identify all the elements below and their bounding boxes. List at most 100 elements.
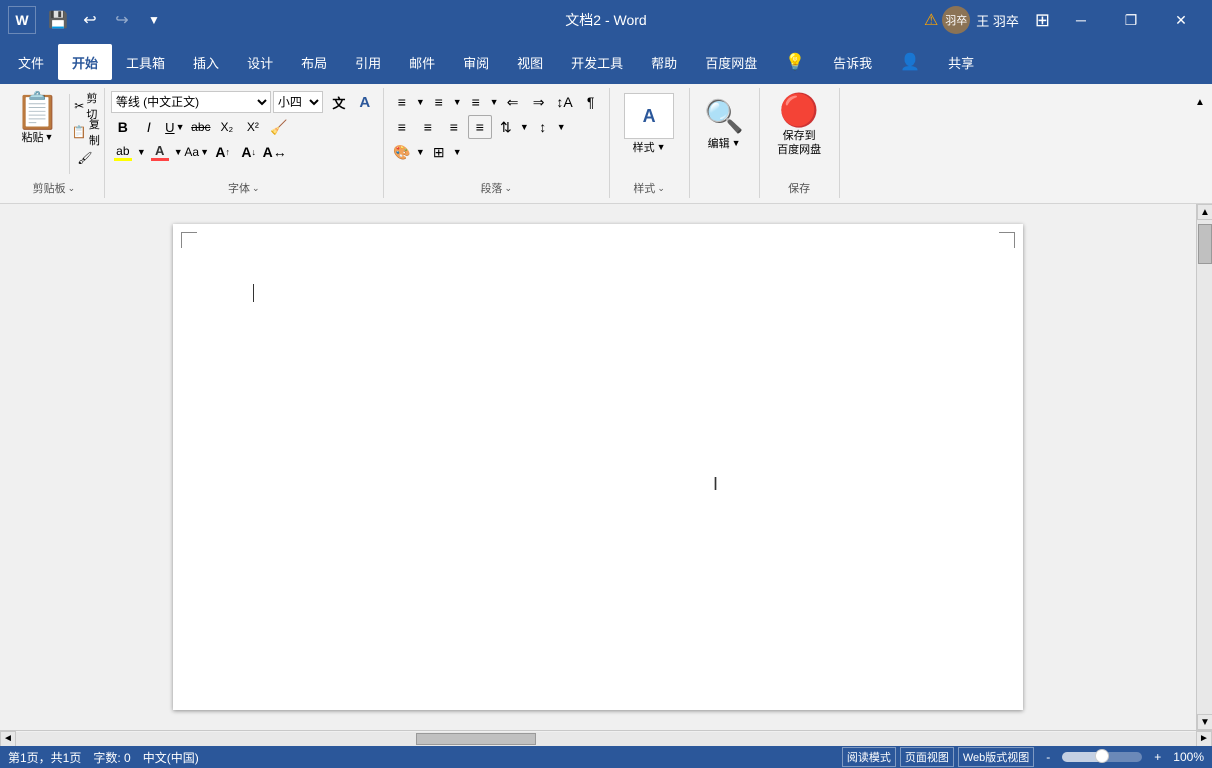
minimize-btn[interactable]: ─ xyxy=(1058,5,1104,35)
scroll-thumb[interactable] xyxy=(1198,224,1212,264)
zoom-thumb[interactable] xyxy=(1095,749,1109,763)
ribbon-collapse-btn[interactable]: ▲ xyxy=(1192,92,1208,112)
menu-user[interactable]: 👤 xyxy=(886,44,934,80)
word-app-icon[interactable]: W xyxy=(8,6,36,34)
font-color-btn[interactable]: A xyxy=(148,140,172,164)
document-page[interactable]: I xyxy=(173,224,1023,710)
scroll-track[interactable] xyxy=(1197,220,1212,714)
highlight-dropdown[interactable]: ▼ xyxy=(137,147,146,157)
document-scroll-area[interactable]: I xyxy=(0,204,1196,730)
multilevel-dropdown[interactable]: ▼ xyxy=(490,97,499,107)
shading-dropdown[interactable]: ▼ xyxy=(416,147,425,157)
subscript-btn[interactable]: X₂ xyxy=(215,115,239,139)
align-center-btn[interactable]: ≡ xyxy=(416,115,440,139)
menu-file[interactable]: 文件 xyxy=(4,44,58,80)
justify-btn[interactable]: ≡ xyxy=(468,115,492,139)
text-area[interactable] xyxy=(253,284,254,303)
hscroll-track[interactable] xyxy=(16,732,1196,746)
text-direction-btn[interactable]: ⇅ xyxy=(494,115,518,139)
cut-btn[interactable]: ✂ 剪切 xyxy=(74,94,98,118)
grow-font-btn[interactable]: A↑ xyxy=(211,140,235,164)
menu-insert[interactable]: 插入 xyxy=(179,44,233,80)
numbered-dropdown[interactable]: ▼ xyxy=(453,97,462,107)
customize-quick-access-btn[interactable]: ▼ xyxy=(140,6,168,34)
line-spacing-btn[interactable]: ↕ xyxy=(531,115,555,139)
menu-review[interactable]: 审阅 xyxy=(449,44,503,80)
font-wen-btn[interactable]: 文 xyxy=(327,90,351,114)
clipboard-expand-icon[interactable]: ⌄ xyxy=(68,183,76,194)
menu-tools[interactable]: 工具箱 xyxy=(112,44,179,80)
align-left-btn[interactable]: ≡ xyxy=(390,115,414,139)
italic-btn[interactable]: I xyxy=(137,115,161,139)
scroll-up-btn[interactable]: ▲ xyxy=(1197,204,1212,220)
decrease-indent-btn[interactable]: ⇐ xyxy=(501,90,525,114)
read-mode-btn[interactable]: 阅读模式 xyxy=(842,747,896,767)
show-marks-btn[interactable]: ¶ xyxy=(579,90,603,114)
numbered-btn[interactable]: ≡ xyxy=(427,90,451,114)
zoom-slider[interactable] xyxy=(1062,752,1142,762)
redo-btn[interactable]: ↪ xyxy=(108,6,136,34)
line-spacing-dropdown[interactable]: ▼ xyxy=(557,122,566,132)
font-color-dropdown[interactable]: ▼ xyxy=(174,147,183,157)
menu-mail[interactable]: 邮件 xyxy=(395,44,449,80)
char-spacing-btn[interactable]: A↔ xyxy=(263,140,287,164)
close-btn[interactable]: ✕ xyxy=(1158,5,1204,35)
border-btn[interactable]: ⊞ xyxy=(427,140,451,164)
shading-btn[interactable]: 🎨 xyxy=(390,140,414,164)
copy-btn[interactable]: 📋 复制 xyxy=(74,120,98,144)
zoom-level[interactable]: 100% xyxy=(1173,750,1204,764)
styles-section: A 样式▼ 样式 ⌄ xyxy=(610,88,690,198)
text-direction-dropdown[interactable]: ▼ xyxy=(520,122,529,132)
font-expand-icon[interactable]: ⌄ xyxy=(252,183,260,194)
paste-btn[interactable]: 📋 粘贴▼ xyxy=(10,90,65,148)
menu-view[interactable]: 视图 xyxy=(503,44,557,80)
menu-help[interactable]: 帮助 xyxy=(637,44,691,80)
case-btn[interactable]: Aa▼ xyxy=(185,140,209,164)
font-size-select[interactable]: 小四 初号 小初 一号 小一 二号 小二 三号 小三 四号 xyxy=(273,91,323,113)
menu-layout[interactable]: 布局 xyxy=(287,44,341,80)
border-dropdown[interactable]: ▼ xyxy=(453,147,462,157)
multilevel-btn[interactable]: ≡ xyxy=(464,90,488,114)
eraser-btn[interactable]: 🧹 xyxy=(267,115,291,139)
font-name-select[interactable]: 等线 (中文正文) xyxy=(111,91,271,113)
user-area[interactable]: 羽卒 王 羽卒 xyxy=(942,6,1019,34)
menu-tellme[interactable]: 告诉我 xyxy=(819,44,886,80)
font-A-btn[interactable]: A xyxy=(353,90,377,114)
scroll-down-btn[interactable]: ▼ xyxy=(1197,714,1212,730)
zoom-plus[interactable]: + xyxy=(1150,750,1165,764)
menu-design[interactable]: 设计 xyxy=(233,44,287,80)
user-avatar: 羽卒 xyxy=(942,6,970,34)
menu-baidu[interactable]: 百度网盘 xyxy=(691,44,771,80)
sort-btn[interactable]: ↕A xyxy=(553,90,577,114)
superscript-btn[interactable]: X² xyxy=(241,115,265,139)
font-highlight-btn[interactable]: ab xyxy=(111,140,135,164)
web-view-btn[interactable]: Web版式视图 xyxy=(958,747,1034,767)
menu-home[interactable]: 开始 xyxy=(58,44,112,80)
bullets-btn[interactable]: ≡ xyxy=(390,90,414,114)
menu-share[interactable]: 共享 xyxy=(934,44,988,80)
increase-indent-btn[interactable]: ⇒ xyxy=(527,90,551,114)
zoom-minus[interactable]: - xyxy=(1042,750,1054,764)
styles-btn[interactable]: A 样式▼ xyxy=(624,90,674,158)
bullets-dropdown[interactable]: ▼ xyxy=(416,97,425,107)
shrink-font-btn[interactable]: A↓ xyxy=(237,140,261,164)
scroll-left-btn[interactable]: ◄ xyxy=(0,731,16,747)
editing-btn[interactable]: 🔍 编辑▼ xyxy=(699,90,749,158)
save-quick-btn[interactable]: 💾 xyxy=(44,6,72,34)
underline-btn[interactable]: U▼ xyxy=(163,115,187,139)
scroll-right-btn[interactable]: ► xyxy=(1196,731,1212,747)
format-painter-btn[interactable]: 🖌 xyxy=(74,146,98,170)
save-baidu-btn[interactable]: 🔴 保存到百度网盘 xyxy=(774,90,824,158)
undo-btn[interactable]: ↩ xyxy=(76,6,104,34)
page-view-btn[interactable]: 页面视图 xyxy=(900,747,954,767)
menu-devtools[interactable]: 开发工具 xyxy=(557,44,637,80)
strikethrough-btn[interactable]: abc xyxy=(189,115,213,139)
styles-expand-icon[interactable]: ⌄ xyxy=(657,183,665,194)
menu-bulb[interactable]: 💡 xyxy=(771,44,819,80)
hscroll-thumb[interactable] xyxy=(416,733,536,745)
restore-btn[interactable]: ❐ xyxy=(1108,5,1154,35)
paragraph-expand-icon[interactable]: ⌄ xyxy=(504,183,512,194)
align-right-btn[interactable]: ≡ xyxy=(442,115,466,139)
bold-btn[interactable]: B xyxy=(111,115,135,139)
menu-references[interactable]: 引用 xyxy=(341,44,395,80)
